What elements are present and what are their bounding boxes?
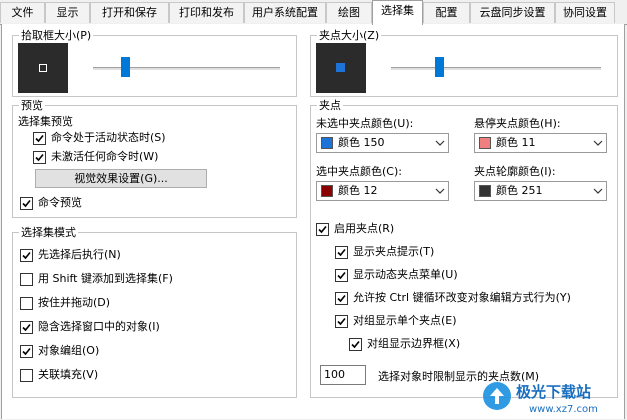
selection-modes-title: 选择集模式 [19, 226, 78, 239]
check-icon [337, 317, 346, 326]
shift-add-to-selection-checkbox[interactable]: 用 Shift 键添加到选择集(F) [20, 271, 173, 287]
tab-user-preferences[interactable]: 用户系统配置 [244, 2, 326, 23]
selected-grip-color-combo[interactable]: 颜色 12 [316, 181, 449, 201]
allow-ctrl-cycling-checkbox[interactable]: 允许按 Ctrl 键循环改变对象编辑方式行为(Y) [335, 290, 571, 306]
implied-windowing-checkbox[interactable]: 隐含选择窗口中的对象(I) [20, 319, 160, 335]
unselected-grip-color-combo[interactable]: 颜色 150 [316, 133, 449, 153]
check-icon [35, 134, 44, 143]
tab-selection[interactable]: 选择集 [372, 0, 423, 25]
hover-grip-color-combo[interactable]: 颜色 11 [474, 133, 607, 153]
tab-drafting[interactable]: 绘图 [326, 2, 372, 23]
preview-title: 预览 [19, 99, 45, 112]
tab-cloud-sync[interactable]: 云盘同步设置 [470, 2, 555, 23]
check-icon [318, 225, 327, 234]
pickbox-preview [18, 43, 68, 93]
tab-file[interactable]: 文件 [0, 2, 45, 23]
command-preview-checkbox[interactable]: 命令预览 [20, 195, 82, 211]
check-icon [22, 251, 31, 260]
checkbox-box[interactable] [20, 321, 33, 334]
grip-outline-color-label: 夹点轮廓颜色(I): [474, 165, 556, 178]
tab-collaboration[interactable]: 协同设置 [555, 2, 615, 23]
tab-plot-publish[interactable]: 打印和发布 [169, 2, 244, 23]
pickbox-square-icon [39, 64, 47, 72]
pickbox-size-title: 拾取框大小(P) [19, 29, 94, 42]
selection-preview-subtitle: 选择集预览 [18, 115, 73, 128]
group-single-grip-checkbox[interactable]: 对组显示单个夹点(E) [335, 313, 457, 329]
check-icon [337, 294, 346, 303]
unselected-grip-color-label: 未选中夹点颜色(U): [316, 117, 414, 130]
preview-when-active-checkbox[interactable]: 命令处于活动状态时(S) [33, 130, 166, 146]
grip-preview [316, 43, 366, 93]
tab-bar: 文件 显示 打开和保存 打印和发布 用户系统配置 绘图 选择集 配置 云盘同步设… [0, 0, 627, 25]
watermark-text: 极光下载站 [516, 383, 591, 401]
checkbox-box[interactable] [20, 345, 33, 358]
color-swatch [479, 137, 491, 149]
grip-slider-track[interactable] [391, 67, 601, 71]
checkbox-box[interactable] [20, 197, 33, 210]
selected-grip-color-label: 选中夹点颜色(C): [316, 165, 402, 178]
pickbox-size-group: 拾取框大小(P) [12, 29, 297, 97]
checkbox-box[interactable] [349, 338, 362, 351]
color-swatch [321, 137, 333, 149]
checkbox-box[interactable] [335, 246, 348, 259]
enable-grips-checkbox[interactable]: 启用夹点(R) [316, 221, 394, 237]
preview-group: 预览 选择集预览 命令处于活动状态时(S) 未激活任何命令时(W) 视觉效果设置… [12, 99, 297, 218]
selection-panel: 拾取框大小(P) 夹点大小(Z) 预览 选择集预览 命令处于活动状态时(S) 未… [1, 24, 625, 419]
chevron-down-icon [435, 140, 445, 146]
pickbox-slider-thumb[interactable] [120, 57, 130, 77]
check-icon [22, 199, 31, 208]
check-icon [22, 323, 31, 332]
color-swatch [321, 185, 333, 197]
tab-open-save[interactable]: 打开和保存 [90, 2, 169, 23]
chevron-down-icon [593, 140, 603, 146]
grip-square-icon [336, 63, 345, 72]
grip-slider-thumb[interactable] [435, 57, 445, 77]
watermark-site: www.xz7.com [529, 404, 598, 415]
associative-hatch-checkbox[interactable]: 关联填充(V) [20, 367, 98, 383]
checkbox-box[interactable] [20, 369, 33, 382]
check-icon [22, 347, 31, 356]
show-grip-tips-checkbox[interactable]: 显示夹点提示(T) [335, 244, 434, 260]
check-icon [337, 248, 346, 257]
color-swatch [479, 185, 491, 197]
chevron-down-icon [593, 188, 603, 194]
grip-size-title: 夹点大小(Z) [317, 29, 382, 42]
grip-limit-input[interactable]: 100 [320, 365, 366, 385]
grips-group: 夹点 未选中夹点颜色(U): 颜色 150 悬停夹点颜色(H): 颜色 11 选… [310, 99, 618, 398]
grip-outline-color-combo[interactable]: 颜色 251 [474, 181, 607, 201]
hover-grip-color-label: 悬停夹点颜色(H): [474, 117, 561, 130]
chevron-down-icon [435, 188, 445, 194]
checkbox-box[interactable] [335, 292, 348, 305]
show-dynamic-grip-menu-checkbox[interactable]: 显示动态夹点菜单(U) [335, 267, 458, 283]
selection-modes-group: 选择集模式 先选择后执行(N) 用 Shift 键添加到选择集(F) 按住并拖动… [12, 226, 297, 398]
visual-effect-settings-button[interactable]: 视觉效果设置(G)... [35, 169, 207, 188]
grip-size-group: 夹点大小(Z) [310, 29, 618, 97]
noun-verb-selection-checkbox[interactable]: 先选择后执行(N) [20, 247, 121, 263]
checkbox-box[interactable] [20, 273, 33, 286]
check-icon [351, 340, 360, 349]
group-bounding-box-checkbox[interactable]: 对组显示边界框(X) [349, 336, 460, 352]
checkbox-box[interactable] [33, 132, 46, 145]
preview-when-inactive-checkbox[interactable]: 未激活任何命令时(W) [33, 149, 158, 165]
checkbox-box[interactable] [20, 249, 33, 262]
tab-profiles[interactable]: 配置 [423, 2, 470, 23]
xz7-watermark-logo: 极光下载站 www.xz7.com [483, 382, 598, 415]
check-icon [337, 271, 346, 280]
checkbox-box[interactable] [335, 315, 348, 328]
checkbox-box[interactable] [316, 223, 329, 236]
object-grouping-checkbox[interactable]: 对象编组(O) [20, 343, 99, 359]
checkbox-box[interactable] [33, 151, 46, 164]
grips-title: 夹点 [317, 99, 343, 112]
tab-display[interactable]: 显示 [45, 2, 90, 23]
press-and-drag-checkbox[interactable]: 按住并拖动(D) [20, 295, 110, 311]
checkbox-box[interactable] [20, 297, 33, 310]
check-icon [35, 153, 44, 162]
checkbox-box[interactable] [335, 269, 348, 282]
